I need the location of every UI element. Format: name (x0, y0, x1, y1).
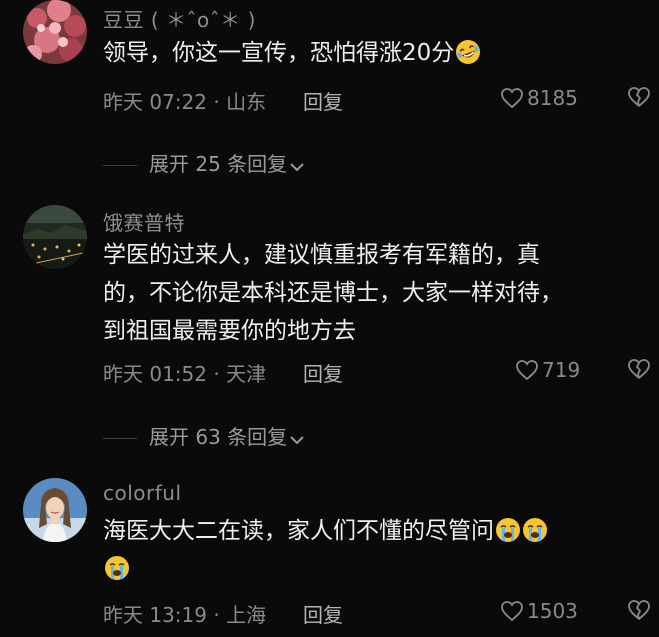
like-button[interactable]: 1503 (500, 599, 578, 623)
heart-outline-icon (501, 601, 523, 622)
like-count: 1503 (527, 599, 578, 623)
reply-button[interactable]: 回复 (303, 599, 343, 628)
location: 上海 (226, 603, 267, 627)
username[interactable]: colorful (103, 481, 182, 505)
crying-emoji (522, 517, 548, 543)
comment-text-content: 海医大大二在读，家人们不懂的尽管问 (103, 518, 494, 544)
comment-3: colorful 海医大大二在读，家人们不懂的尽管问 昨天 13:19 · 上海… (0, 0, 659, 637)
timestamp: 昨天 13:19 (103, 603, 207, 627)
dislike-button[interactable] (627, 599, 651, 625)
crying-emoji (495, 517, 521, 543)
comment-meta: 昨天 13:19 · 上海 (103, 599, 266, 628)
comment-text: 海医大大二在读，家人们不懂的尽管问 (103, 512, 623, 588)
crying-emoji (104, 555, 130, 581)
avatar[interactable] (23, 478, 87, 542)
meta-separator: · (207, 603, 227, 627)
broken-heart-icon (628, 600, 650, 620)
